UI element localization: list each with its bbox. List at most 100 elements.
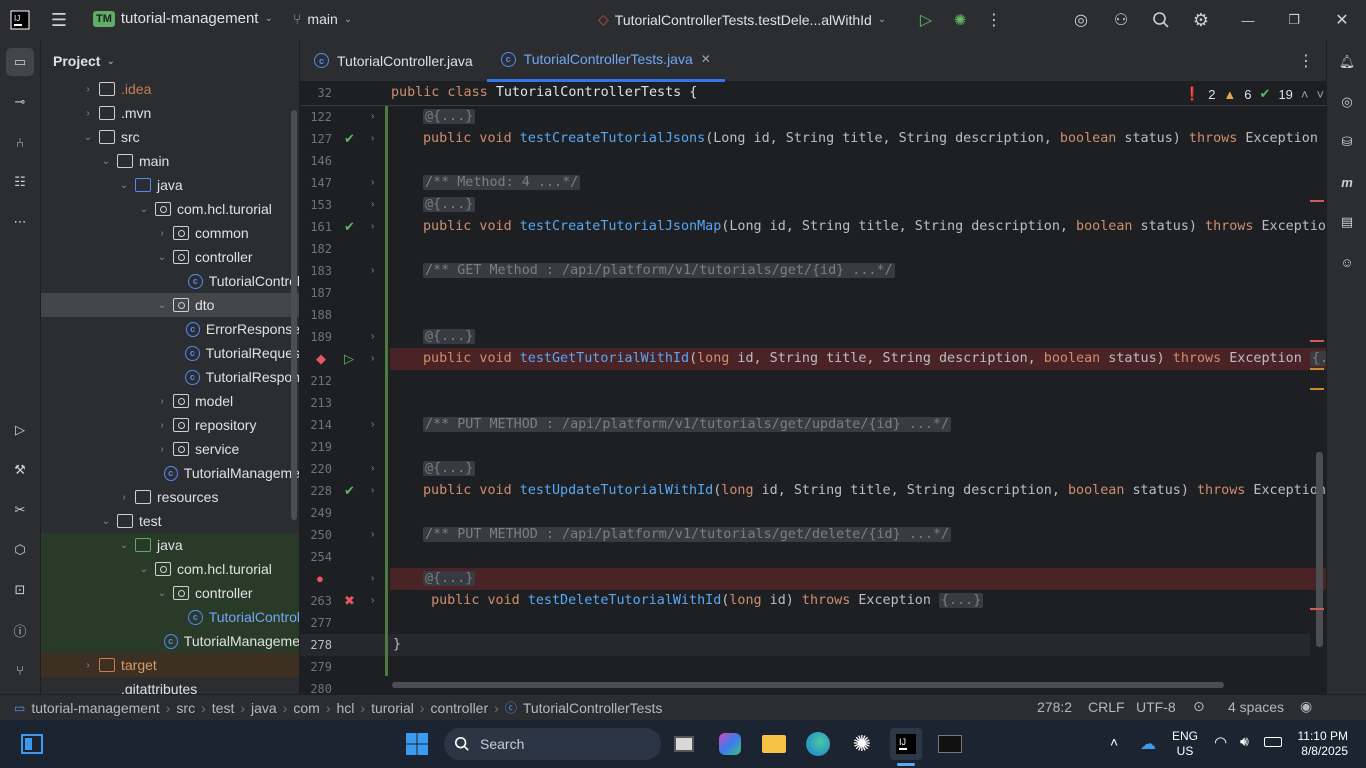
tab-tutorial-controller[interactable]: c TutorialController.java: [300, 40, 487, 82]
fold-expand-icon[interactable]: ›: [371, 463, 374, 474]
copilot-icon[interactable]: ☺: [1333, 248, 1361, 276]
tree-item[interactable]: › resources: [41, 485, 299, 509]
breadcrumb-item[interactable]: java: [251, 700, 277, 716]
project-selector[interactable]: TM tutorial-management ⌄: [93, 10, 273, 27]
structure-icon[interactable]: ☷: [6, 168, 34, 196]
tree-item[interactable]: ⌄ controller: [41, 245, 299, 269]
test-passed-icon[interactable]: ✔: [344, 219, 355, 235]
fold-expand-icon[interactable]: ›: [371, 529, 374, 540]
fold-expand-icon[interactable]: ›: [371, 573, 374, 584]
chevron-up-icon[interactable]: ˄: [1301, 87, 1309, 102]
breadcrumb-item[interactable]: hcl: [337, 700, 355, 716]
run-test-icon[interactable]: ▷: [344, 351, 354, 367]
project-scrollbar[interactable]: [291, 110, 297, 520]
tree-item[interactable]: ⌄ src: [41, 125, 299, 149]
tree-item[interactable]: .gitattributes: [41, 677, 299, 694]
tree-item[interactable]: ⌄ main: [41, 149, 299, 173]
file-encoding[interactable]: UTF-8: [1136, 699, 1176, 715]
tree-item[interactable]: c TutorialManageme: [41, 629, 299, 653]
tree-item[interactable]: ⌄ controller: [41, 581, 299, 605]
close-icon[interactable]: ✕: [1328, 6, 1356, 34]
commit-icon[interactable]: ⊸: [6, 88, 34, 116]
tree-item[interactable]: › model: [41, 389, 299, 413]
endpoints-icon[interactable]: ▤: [1333, 208, 1361, 236]
breadcrumb-item[interactable]: tutorial-management: [31, 700, 159, 716]
run-tool-icon[interactable]: ▷: [6, 416, 34, 444]
maven-icon[interactable]: m: [1333, 168, 1361, 196]
fold-expand-icon[interactable]: ›: [371, 111, 374, 122]
chevron-down-icon[interactable]: ⌄: [81, 132, 95, 143]
chevron-right-icon[interactable]: ›: [155, 444, 169, 455]
volume-icon[interactable]: 🔊︎: [1240, 733, 1249, 750]
chevron-right-icon[interactable]: ›: [155, 228, 169, 239]
test-passed-icon[interactable]: ✔: [344, 483, 355, 499]
tree-item[interactable]: › common: [41, 221, 299, 245]
main-menu-icon[interactable]: ☰: [45, 6, 73, 34]
tab-tutorial-controller-tests[interactable]: c TutorialControllerTests.java ✕: [486, 40, 725, 82]
tree-item[interactable]: ⌄ com.hcl.turorial: [41, 557, 299, 581]
pull-requests-icon[interactable]: ⑃: [6, 128, 34, 156]
task-view-icon[interactable]: [668, 728, 700, 760]
ai-chat-icon[interactable]: ◎: [1333, 88, 1361, 116]
fold-expand-icon[interactable]: ›: [371, 265, 374, 276]
branch-selector[interactable]: ⑂ main ⌄: [293, 11, 352, 27]
chevron-right-icon[interactable]: ›: [155, 396, 169, 407]
add-user-icon[interactable]: ⚇: [1107, 6, 1135, 34]
tree-item[interactable]: ⌄ java: [41, 533, 299, 557]
chatgpt-icon[interactable]: ✺: [846, 728, 878, 760]
fold-expand-icon[interactable]: ›: [371, 595, 374, 606]
chevron-down-icon[interactable]: ⌄: [137, 204, 151, 215]
breadcrumb-item[interactable]: src: [176, 700, 195, 716]
breadcrumb-item[interactable]: com: [293, 700, 319, 716]
chevron-right-icon[interactable]: ›: [81, 84, 95, 95]
show-hidden-icons[interactable]: ˄: [1110, 734, 1118, 750]
tree-item[interactable]: ⌄ com.hcl.turorial: [41, 197, 299, 221]
tree-item[interactable]: c ErrorResponse: [41, 317, 299, 341]
debug-icon[interactable]: ✺: [946, 6, 974, 34]
chevron-down-icon[interactable]: ˅: [1317, 87, 1325, 102]
fold-expand-icon[interactable]: ›: [371, 485, 374, 496]
caret-position[interactable]: 278:2: [1037, 699, 1072, 715]
git-icon[interactable]: ⑂: [6, 656, 34, 684]
more-tools-icon[interactable]: ⋯: [6, 208, 34, 236]
search-icon[interactable]: [1147, 6, 1175, 34]
settings-icon[interactable]: ⚙: [1187, 6, 1215, 34]
battery-icon[interactable]: [1264, 737, 1282, 747]
test-passed-icon[interactable]: ✔: [344, 131, 355, 147]
chevron-down-icon[interactable]: ⌄: [99, 156, 113, 167]
breadcrumb-item[interactable]: test: [212, 700, 235, 716]
more-actions-icon[interactable]: ⋮: [980, 6, 1008, 34]
fold-expand-icon[interactable]: ›: [371, 353, 374, 364]
close-tab-icon[interactable]: ✕: [701, 52, 711, 66]
tree-item[interactable]: c TutorialControl: [41, 605, 299, 629]
tree-item[interactable]: ⌄ java: [41, 173, 299, 197]
tab-options-icon[interactable]: ⋮: [1298, 51, 1314, 71]
lock-icon[interactable]: ⊙: [1193, 698, 1205, 715]
tree-item[interactable]: ⌄ dto: [41, 293, 299, 317]
widgets-icon[interactable]: [16, 728, 48, 760]
chevron-down-icon[interactable]: ⌄: [117, 180, 131, 191]
test-failed-icon[interactable]: ✖: [344, 593, 355, 609]
taskbar-search[interactable]: Search: [444, 728, 661, 760]
chevron-right-icon[interactable]: ›: [117, 492, 131, 503]
intellij-taskbar-icon[interactable]: IJ: [890, 728, 922, 760]
breakpoint-icon[interactable]: ●: [316, 571, 324, 586]
windows-start-icon[interactable]: [401, 728, 433, 760]
breadcrumb-item[interactable]: controller: [431, 700, 489, 716]
fold-expand-icon[interactable]: ›: [371, 177, 374, 188]
chevron-down-icon[interactable]: ⌄: [155, 300, 169, 311]
onedrive-icon[interactable]: ☁: [1140, 734, 1156, 754]
tree-item[interactable]: c TutorialControl: [41, 269, 299, 293]
wifi-icon[interactable]: ◠: [1214, 733, 1227, 751]
line-separator[interactable]: CRLF: [1088, 699, 1125, 715]
problems-icon[interactable]: ⓘ: [6, 616, 34, 644]
ide-logo-icon[interactable]: IJ: [6, 6, 34, 34]
m365-icon[interactable]: [714, 728, 746, 760]
project-tool-icon[interactable]: ▭: [6, 48, 34, 76]
terminal-taskbar-icon[interactable]: [934, 728, 966, 760]
tree-item[interactable]: ⌄ test: [41, 509, 299, 533]
indent-setting[interactable]: 4 spaces: [1228, 699, 1284, 715]
tree-item[interactable]: › .mvn: [41, 101, 299, 125]
breakpoint-icon[interactable]: ◆: [316, 351, 326, 367]
breadcrumb-item[interactable]: turorial: [371, 700, 414, 716]
